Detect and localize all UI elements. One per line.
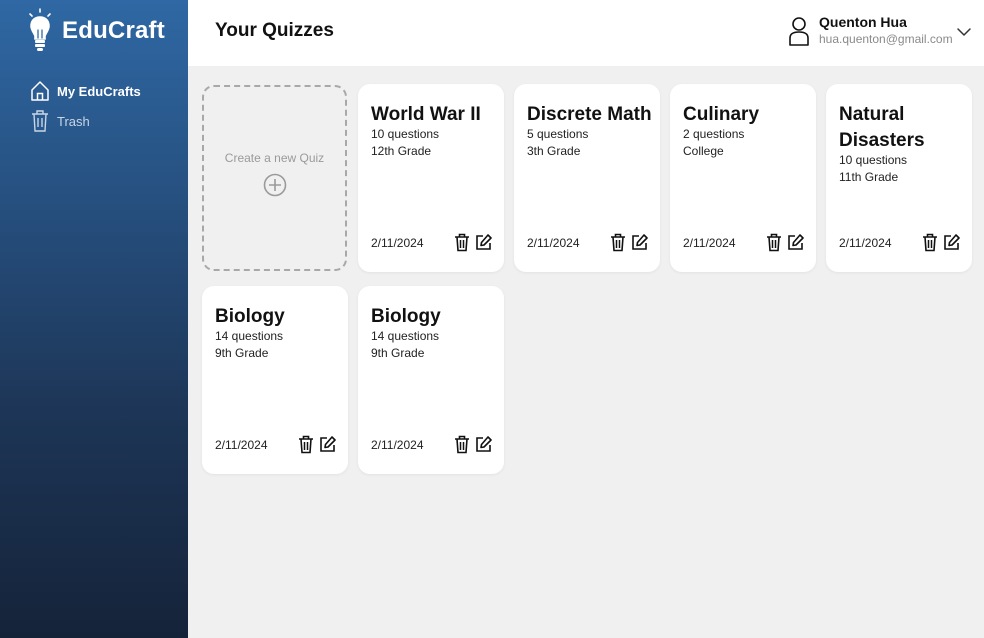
chevron-down-icon[interactable] — [956, 24, 972, 40]
trash-icon — [30, 109, 50, 133]
user-menu[interactable]: Quenton Hua hua.quenton@gmail.com — [788, 14, 953, 47]
header: Your Quizzes Quenton Hua hua.quenton@gma… — [188, 0, 984, 66]
quiz-date: 2/11/2024 — [527, 236, 580, 250]
quiz-title: Discrete Math — [527, 104, 652, 125]
quiz-question-count: 2 questions — [683, 127, 745, 141]
home-icon — [30, 79, 50, 103]
trash-icon — [455, 233, 469, 251]
edit-button[interactable] — [474, 232, 492, 252]
user-name: Quenton Hua — [819, 14, 907, 30]
edit-button[interactable] — [942, 232, 960, 252]
quiz-date: 2/11/2024 — [371, 438, 424, 452]
quiz-actions — [921, 232, 960, 252]
quiz-title: Culinary — [683, 104, 760, 125]
delete-button[interactable] — [921, 232, 939, 252]
quiz-card[interactable]: Biology 14 questions 9th Grade 2/11/2024 — [202, 286, 348, 474]
quiz-card[interactable]: Culinary 2 questions College 2/11/2024 — [670, 84, 816, 272]
delete-button[interactable] — [609, 232, 627, 252]
lightbulb-icon — [29, 8, 51, 51]
user-icon — [789, 17, 809, 46]
quiz-actions — [297, 434, 336, 454]
quiz-grade: 11th Grade — [839, 170, 899, 184]
plus-circle-icon — [263, 173, 286, 197]
app-name: EduCraft — [62, 17, 165, 44]
create-quiz-card[interactable]: Create a new Quiz — [202, 85, 347, 271]
trash-icon — [923, 233, 937, 251]
quiz-meta: 14 questions 9th Grade — [215, 328, 283, 362]
quiz-question-count: 10 questions — [839, 153, 908, 167]
trash-icon — [299, 435, 313, 453]
quiz-title: World War II — [371, 104, 481, 125]
quiz-title: Biology — [215, 306, 285, 327]
quiz-date: 2/11/2024 — [215, 438, 268, 452]
trash-icon — [767, 233, 781, 251]
quiz-grade: 12th Grade — [371, 144, 432, 158]
edit-icon — [319, 435, 336, 452]
edit-icon — [475, 233, 492, 250]
user-info: Quenton Hua hua.quenton@gmail.com — [819, 14, 953, 47]
quiz-question-count: 5 questions — [527, 127, 589, 141]
quiz-title: Biology — [371, 306, 441, 327]
edit-button[interactable] — [630, 232, 648, 252]
logo[interactable]: EduCraft — [26, 8, 165, 54]
quiz-card[interactable]: Natural Disasters 10 questions 11th Grad… — [826, 84, 972, 272]
sidebar-item-my-educrafts[interactable]: My EduCrafts — [30, 76, 141, 106]
quiz-question-count: 14 questions — [371, 329, 440, 343]
quiz-grade: College — [683, 144, 724, 158]
page-title: Your Quizzes — [215, 20, 334, 41]
quiz-card[interactable]: Biology 14 questions 9th Grade 2/11/2024 — [358, 286, 504, 474]
quiz-actions — [609, 232, 648, 252]
sidebar-item-label: My EduCrafts — [57, 83, 141, 99]
quiz-meta: 10 questions 12th Grade — [371, 126, 439, 160]
quiz-grade: 3th Grade — [527, 144, 581, 158]
quiz-date: 2/11/2024 — [683, 236, 736, 250]
delete-button[interactable] — [453, 232, 471, 252]
sidebar: EduCraft My EduCrafts Trash — [0, 0, 188, 638]
edit-icon — [943, 233, 960, 250]
delete-button[interactable] — [297, 434, 315, 454]
quiz-actions — [765, 232, 804, 252]
quiz-card[interactable]: Discrete Math 5 questions 3th Grade 2/11… — [514, 84, 660, 272]
edit-icon — [475, 435, 492, 452]
quiz-grade: 9th Grade — [215, 346, 269, 360]
quiz-grade: 9th Grade — [371, 346, 425, 360]
delete-button[interactable] — [765, 232, 783, 252]
quiz-card[interactable]: World War II 10 questions 12th Grade 2/1… — [358, 84, 504, 272]
edit-icon — [631, 233, 648, 250]
create-quiz-label: Create a new Quiz — [224, 151, 325, 165]
delete-button[interactable] — [453, 434, 471, 454]
user-email: hua.quenton@gmail.com — [819, 32, 953, 46]
quiz-date: 2/11/2024 — [371, 236, 424, 250]
sidebar-item-trash[interactable]: Trash — [30, 106, 141, 136]
edit-icon — [787, 233, 804, 250]
quiz-question-count: 14 questions — [215, 329, 284, 343]
edit-button[interactable] — [786, 232, 804, 252]
quiz-meta: 2 questions College — [683, 126, 744, 160]
quiz-actions — [453, 232, 492, 252]
sidebar-item-label: Trash — [57, 113, 90, 129]
quiz-actions — [453, 434, 492, 454]
quiz-meta: 5 questions 3th Grade — [527, 126, 588, 160]
sidebar-nav: My EduCrafts Trash — [30, 76, 141, 136]
quiz-date: 2/11/2024 — [839, 236, 892, 250]
quiz-question-count: 10 questions — [371, 127, 440, 141]
quiz-title: Natural Disasters — [839, 104, 925, 151]
trash-icon — [455, 435, 469, 453]
trash-icon — [611, 233, 625, 251]
edit-button[interactable] — [318, 434, 336, 454]
quiz-meta: 10 questions 11th Grade — [839, 152, 907, 186]
edit-button[interactable] — [474, 434, 492, 454]
quiz-meta: 14 questions 9th Grade — [371, 328, 439, 362]
